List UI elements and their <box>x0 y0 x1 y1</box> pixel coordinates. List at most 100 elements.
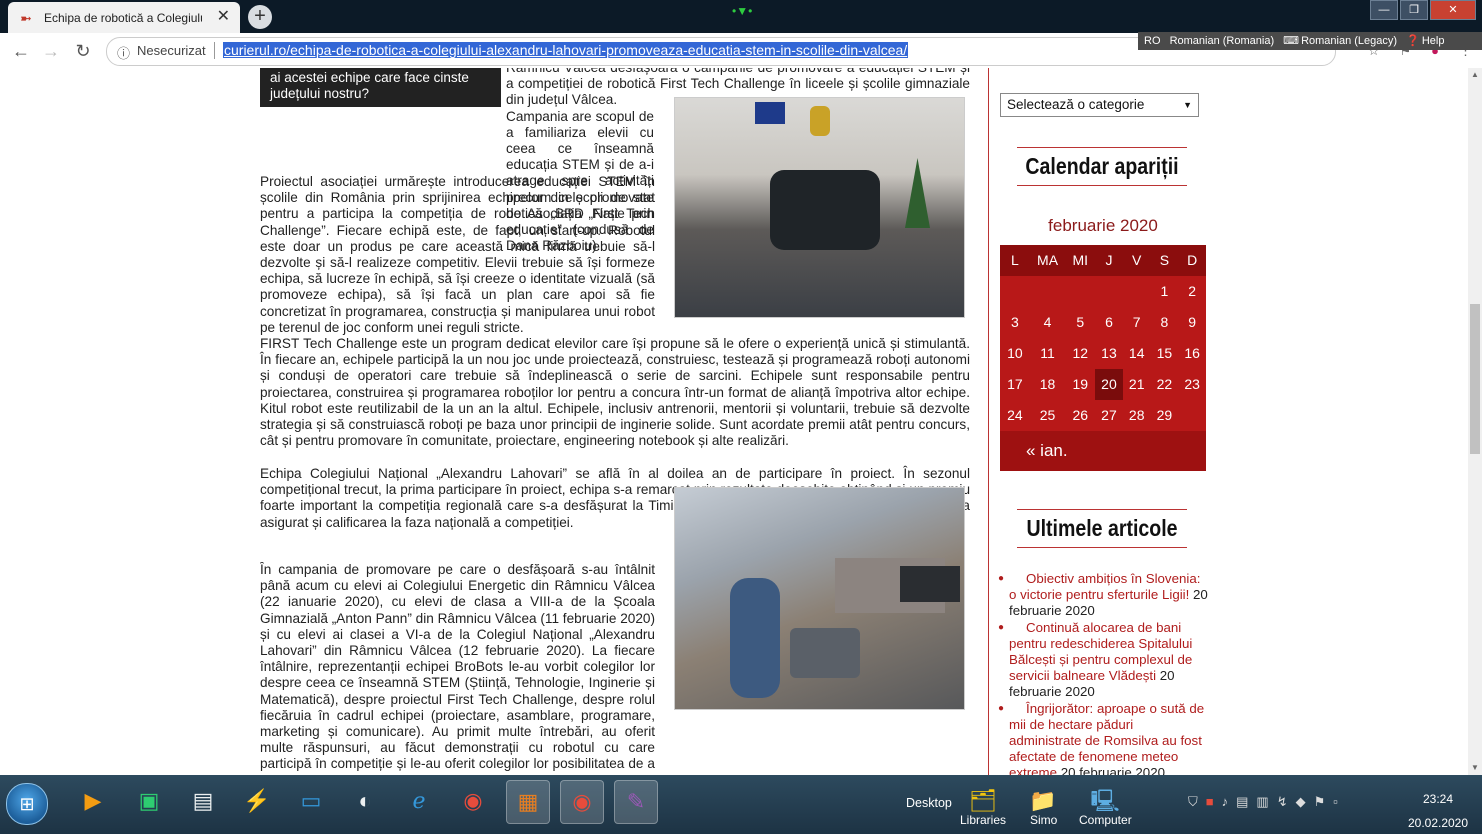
simo-label[interactable]: Simo <box>1030 813 1057 827</box>
tray-app-icon[interactable]: ■ <box>1206 794 1214 810</box>
restore-button[interactable]: ❐ <box>1400 0 1428 20</box>
language-code[interactable]: RO <box>1144 35 1161 47</box>
close-tab-icon[interactable]: ✕ <box>217 8 230 26</box>
media-player-icon[interactable]: ▶ <box>72 780 114 822</box>
calendar-day-cell[interactable]: 14 <box>1122 338 1151 369</box>
calendar-day-cell[interactable]: 12 <box>1065 338 1096 369</box>
weekday-label: V <box>1122 245 1151 276</box>
web-page: Râmnicu Vâlcea desfășoară o campanie de … <box>0 68 1468 775</box>
weekday-label: L <box>1000 245 1030 276</box>
libraries-label[interactable]: Libraries <box>960 813 1006 827</box>
category-select-value: Selectează o categorie <box>1007 97 1145 112</box>
calendar-day-cell[interactable]: 23 <box>1178 369 1207 400</box>
calendar-day-cell[interactable]: 3 <box>1000 307 1030 338</box>
media-center-icon[interactable]: ▣ <box>128 780 170 822</box>
calendar-day-cell[interactable]: 8 <box>1150 307 1179 338</box>
security-label[interactable]: Nesecurizat <box>137 43 206 58</box>
weekday-label: MI <box>1065 245 1096 276</box>
clock-time: 23:24 <box>1422 792 1454 806</box>
antivirus-icon[interactable]: ⛉ <box>1188 794 1198 810</box>
calendar-day-cell[interactable]: 15 <box>1150 338 1179 369</box>
info-icon[interactable]: ⓘ <box>117 43 130 62</box>
scroll-up-icon[interactable]: ▲ <box>1468 68 1482 82</box>
category-select[interactable]: Selectează o categorie ▼ <box>1000 93 1199 117</box>
bullet-icon: ● <box>998 573 1005 584</box>
calendar-day-cell <box>1000 276 1030 307</box>
calendar-day-cell[interactable]: 11 <box>1029 338 1066 369</box>
internet-explorer-icon[interactable]: ℯ <box>398 780 440 822</box>
post-link[interactable]: Îngrijorător: aproape o sută de mii de h… <box>1009 701 1204 775</box>
calendar-day-cell[interactable]: 5 <box>1065 307 1096 338</box>
close-window-button[interactable]: ✕ <box>1430 0 1476 20</box>
calendar-day-cell[interactable]: 1 <box>1150 276 1179 307</box>
document-icon[interactable]: ▭ <box>290 780 332 822</box>
calendar-day-cell[interactable]: 27 <box>1095 400 1123 431</box>
help-link[interactable]: Help <box>1422 35 1445 47</box>
calendar-day-cell[interactable]: 26 <box>1065 400 1096 431</box>
article-paragraph: Proiectul asociației urmărește introduce… <box>260 174 655 335</box>
calendar-day-cell[interactable]: 24 <box>1000 400 1030 431</box>
post-link[interactable]: Obiectiv ambițios în Slovenia: o victori… <box>1009 571 1200 602</box>
christmas-tree-icon <box>905 158 930 228</box>
back-arrow-icon[interactable]: ← <box>10 40 32 62</box>
forward-arrow-icon[interactable]: → <box>40 40 62 62</box>
calendar-day-cell[interactable]: 22 <box>1150 369 1179 400</box>
calendar-day-cell[interactable]: 2 <box>1178 276 1207 307</box>
chrome-profile-icon[interactable]: ◉ <box>560 780 604 824</box>
coat-of-arms-icon <box>810 106 830 136</box>
calendar-table: L MA MI J V S D 1 2 3 4 5 6 7 8 9 10 11 12 13 14 15 16 1… <box>1000 245 1207 471</box>
article-photo-classroom[interactable] <box>674 97 965 318</box>
start-button[interactable]: ⊞ <box>6 783 48 825</box>
tray-icon[interactable]: ▤ <box>1236 794 1248 810</box>
calendar-week-row: 10 11 12 13 14 15 16 <box>1000 338 1207 369</box>
app-icon[interactable]: ◐ <box>344 780 386 822</box>
calendar-day-cell[interactable]: 19 <box>1065 369 1096 400</box>
system-clock[interactable]: 23:24 20.02.2020 <box>1398 787 1478 835</box>
browser-tab[interactable]: ➼ Echipa de robotică a Colegiului ... ✕ <box>8 2 240 33</box>
calendar-day-cell[interactable]: 25 <box>1029 400 1066 431</box>
calendar-day-cell[interactable]: 20 <box>1095 369 1123 400</box>
calendar-day-cell[interactable]: 16 <box>1178 338 1207 369</box>
calendar-prev-month-link[interactable]: « ian. <box>1000 431 1206 471</box>
calendar-day-cell[interactable]: 17 <box>1000 369 1030 400</box>
minimize-button[interactable]: — <box>1370 0 1398 20</box>
calendar-week-row: 12 <box>1000 276 1207 307</box>
calendar-day-cell[interactable]: 9 <box>1178 307 1207 338</box>
daemon-tools-icon[interactable]: ⚡ <box>236 780 278 822</box>
chrome-icon[interactable]: ◉ <box>452 780 494 822</box>
calendar-day-cell[interactable]: 6 <box>1095 307 1123 338</box>
display-icon[interactable]: ▫ <box>1333 794 1338 810</box>
office-icon[interactable]: ▦ <box>506 780 550 824</box>
new-tab-button[interactable]: + <box>248 5 272 29</box>
usb-icon[interactable]: ↯ <box>1277 794 1288 810</box>
paint-icon[interactable]: ✎ <box>614 780 658 824</box>
language-name[interactable]: Romanian (Romania) <box>1170 35 1275 47</box>
article-photo-robot[interactable] <box>674 487 965 710</box>
action-center-icon[interactable]: ⚑ <box>1314 794 1326 810</box>
scroll-thumb[interactable] <box>1470 304 1480 454</box>
url-text[interactable]: curierul.ro/echipa-de-robotica-a-colegiu… <box>223 42 909 58</box>
dropbox-icon[interactable]: ◆ <box>1296 794 1306 810</box>
page-scrollbar[interactable]: ▲ ▼ <box>1468 68 1482 775</box>
windows-taskbar: ⊞ ▶ ▣ ▤ ⚡ ▭ ◐ ℯ ◉ ▦ ◉ ✎ Desktop 🗂 Librar… <box>0 775 1482 834</box>
calendar-day-cell[interactable]: 7 <box>1122 307 1151 338</box>
calendar-day-cell[interactable]: 28 <box>1122 400 1151 431</box>
system-tray: ⛉ ■ ♪ ▤ ▥ ↯ ◆ ⚑ ▫ <box>1188 794 1338 810</box>
calendar-day-cell[interactable]: 13 <box>1095 338 1123 369</box>
calendar-day-cell[interactable]: 29 <box>1150 400 1179 431</box>
calendar-day-cell[interactable]: 4 <box>1029 307 1066 338</box>
scroll-down-icon[interactable]: ▼ <box>1468 761 1482 775</box>
reload-icon[interactable]: ↻ <box>72 40 94 62</box>
desktop-toolbar-label[interactable]: Desktop <box>906 796 952 810</box>
calendar-day-cell[interactable]: 21 <box>1122 369 1151 400</box>
network-icon[interactable]: ▥ <box>1256 794 1268 810</box>
notepad-icon[interactable]: ▤ <box>182 780 224 822</box>
keyboard-layout[interactable]: Romanian (Legacy) <box>1301 35 1397 47</box>
article-wide: FIRST Tech Challenge este un program ded… <box>260 336 970 449</box>
calendar-day-cell[interactable]: 18 <box>1029 369 1066 400</box>
calendar-day-cell[interactable]: 10 <box>1000 338 1030 369</box>
computer-label[interactable]: Computer <box>1079 813 1132 827</box>
weekday-label: S <box>1150 245 1179 276</box>
weekday-label: J <box>1095 245 1123 276</box>
volume-icon[interactable]: ♪ <box>1222 794 1229 810</box>
